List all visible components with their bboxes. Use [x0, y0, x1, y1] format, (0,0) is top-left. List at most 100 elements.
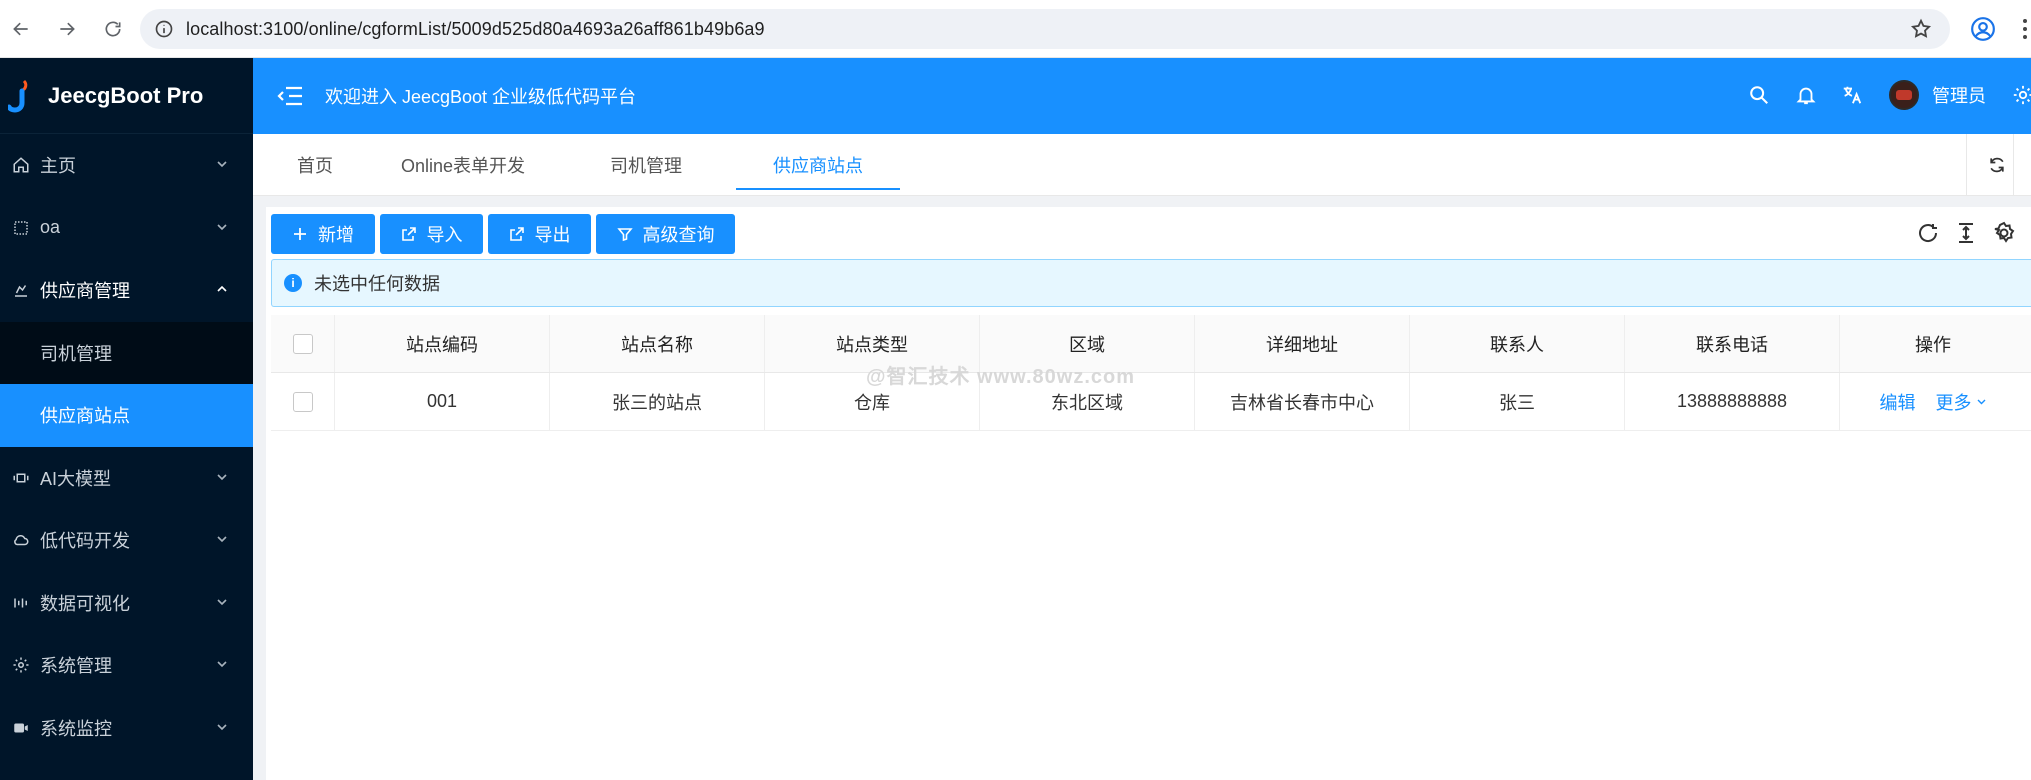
menu-fold-icon[interactable] [277, 85, 303, 107]
cell-name: 张三的站点 [550, 373, 765, 430]
tab-driver[interactable]: 司机管理 [583, 134, 709, 196]
bookmark-star-icon[interactable] [1910, 18, 1932, 40]
export-button-label: 导出 [534, 225, 571, 245]
add-button-label: 新增 [318, 225, 354, 245]
tab-tools [1966, 134, 2031, 196]
column-header[interactable]: 详细地址 [1195, 315, 1410, 372]
supplier-submenu: 司机管理 供应商站点 [0, 321, 253, 447]
chevron-down-icon [217, 161, 227, 168]
sidebar-item-supplier[interactable]: 供应商管理 [0, 259, 253, 322]
filter-icon [616, 228, 633, 242]
sidebar-item-dataviz[interactable]: 数据可视化 [0, 572, 253, 635]
tab-supplier-site[interactable]: 供应商站点 [736, 134, 900, 196]
reload-table-icon[interactable] [1916, 221, 1940, 245]
sidebar-item-ai[interactable]: AI大模型 [0, 447, 253, 510]
sidebar-item-label: 系统管理 [40, 656, 112, 677]
chevron-down-icon [217, 723, 227, 730]
export-icon [509, 227, 524, 241]
browser-profile-icon[interactable] [1970, 16, 1996, 42]
sidebar-item-label: AI大模型 [40, 468, 112, 489]
chevron-down-icon [217, 536, 227, 543]
sidebar-item-label: 系统监控 [40, 718, 112, 739]
chevron-down-icon [217, 598, 227, 605]
column-header[interactable]: 站点名称 [550, 315, 765, 372]
chart-icon [12, 594, 30, 612]
cell-contact: 张三 [1410, 373, 1625, 430]
app-name: JeecgBoot Pro [48, 82, 204, 108]
home-icon [12, 156, 30, 174]
gear-icon [12, 656, 30, 674]
more-dropdown[interactable]: 更多 [1936, 389, 1987, 415]
chevron-down-icon [217, 661, 227, 668]
reload-icon[interactable] [98, 14, 128, 44]
bell-icon[interactable] [1795, 84, 1817, 106]
address-bar[interactable]: localhost:3100/online/cgformList/5009d52… [140, 9, 1950, 49]
sidebar-item-label: 供应商管理 [40, 281, 130, 302]
tabs-bar: 首页 Online表单开发 司机管理 供应商站点 [253, 134, 2031, 196]
settings-gear-icon[interactable] [2012, 84, 2031, 106]
user-name[interactable]: 管理员 [1932, 82, 1986, 108]
search-icon[interactable] [1748, 84, 1770, 106]
main-content: 新增 导入 导出 高级查询 i 未选中任何数据 站点编码 站点名称 站点类型 区… [266, 207, 2031, 780]
row-checkbox-cell [271, 373, 335, 430]
ai-icon [12, 469, 30, 487]
translate-icon[interactable] [1841, 84, 1863, 106]
chevron-down-icon [1977, 399, 1985, 405]
cloud-icon [12, 531, 30, 549]
tab-online-form[interactable]: Online表单开发 [393, 134, 533, 196]
grid-icon [12, 219, 30, 237]
sidebar-item-label: 主页 [40, 156, 76, 177]
more-label: 更多 [1935, 392, 1972, 413]
data-table: 站点编码 站点名称 站点类型 区域 详细地址 联系人 联系电话 操作 001 张… [271, 315, 2031, 431]
chevron-down-icon [217, 473, 227, 480]
cell-phone: 13888888888 [1625, 373, 1840, 430]
chevron-up-icon [217, 285, 227, 292]
advanced-query-label: 高级查询 [642, 225, 715, 245]
table-settings-icon[interactable] [1992, 221, 2016, 245]
column-height-icon[interactable] [1954, 221, 1978, 245]
sidebar-item-oa[interactable]: oa [0, 197, 253, 260]
table-header: 站点编码 站点名称 站点类型 区域 详细地址 联系人 联系电话 操作 [271, 315, 2031, 373]
sidebar-item-system[interactable]: 系统管理 [0, 634, 253, 697]
sidebar-item-label: oa [40, 217, 61, 238]
sidebar-logo[interactable]: JeecgBoot Pro [0, 58, 253, 134]
table-toolbar: 新增 导入 导出 高级查询 [271, 214, 740, 254]
add-button[interactable]: 新增 [271, 214, 375, 254]
url-text[interactable]: localhost:3100/online/cgformList/5009d52… [186, 19, 765, 40]
edit-link[interactable]: 编辑 [1880, 389, 1916, 415]
column-header[interactable]: 站点编码 [335, 315, 550, 372]
avatar[interactable] [1889, 80, 1919, 110]
advanced-query-button[interactable]: 高级查询 [596, 214, 735, 254]
sidebar-item-monitor[interactable]: 系统监控 [0, 697, 253, 760]
sidebar-item-label: 低代码开发 [40, 531, 130, 552]
header-checkbox-cell [271, 315, 335, 372]
plus-icon [294, 228, 306, 240]
forward-icon[interactable] [52, 14, 82, 44]
tab-home[interactable]: 首页 [275, 134, 355, 196]
supplier-icon [12, 281, 30, 299]
browser-menu-icon[interactable] [2018, 16, 2031, 42]
welcome-text: 欢迎进入 JeecgBoot 企业级低代码平台 [325, 87, 637, 107]
avatar-image [1896, 90, 1912, 100]
info-icon: i [284, 274, 302, 292]
cell-address: 吉林省长春市中心 [1195, 373, 1410, 430]
column-header[interactable]: 联系人 [1410, 315, 1625, 372]
chevron-down-icon [217, 223, 227, 230]
sidebar-item-supplier-site[interactable]: 供应商站点 [0, 384, 253, 447]
sidebar-item-home[interactable]: 主页 [0, 134, 253, 197]
table-row[interactable]: 001 张三的站点 仓库 东北区域 吉林省长春市中心 张三 1388888888… [271, 373, 2031, 431]
column-header[interactable]: 联系电话 [1625, 315, 1840, 372]
select-all-checkbox[interactable] [292, 333, 313, 354]
divider [2013, 134, 2014, 196]
row-checkbox[interactable] [292, 391, 313, 412]
selection-alert: i 未选中任何数据 [271, 259, 2031, 307]
site-info-icon[interactable] [154, 19, 174, 39]
export-button[interactable]: 导出 [488, 214, 591, 254]
import-icon [401, 227, 416, 241]
back-icon[interactable] [6, 14, 36, 44]
browser-toolbar: localhost:3100/online/cgformList/5009d52… [0, 0, 2031, 58]
sidebar-item-lowcode[interactable]: 低代码开发 [0, 509, 253, 572]
refresh-tab-icon[interactable] [1987, 155, 2007, 175]
sidebar-item-driver[interactable]: 司机管理 [0, 322, 253, 385]
import-button[interactable]: 导入 [380, 214, 483, 254]
